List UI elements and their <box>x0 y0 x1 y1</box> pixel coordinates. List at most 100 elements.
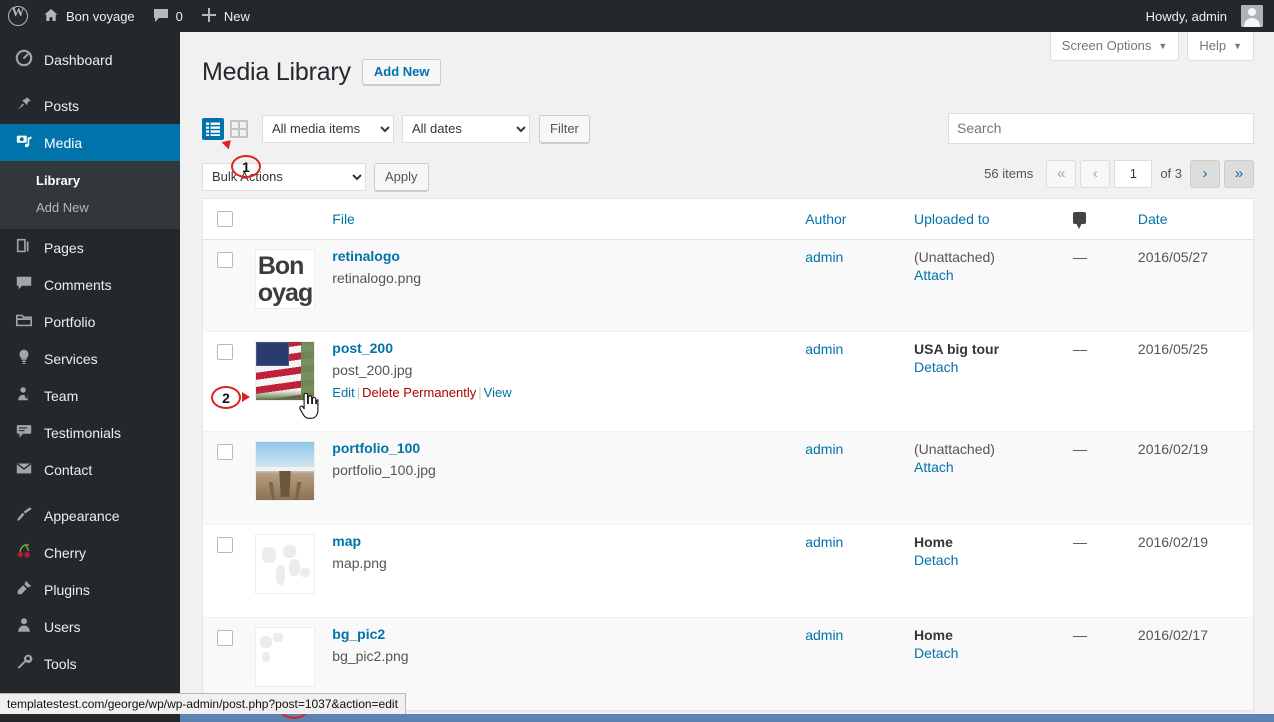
delete-permanently-link[interactable]: Delete Permanently <box>362 385 476 400</box>
apply-button[interactable]: Apply <box>374 162 429 191</box>
sidebar-item-plugins[interactable]: Plugins <box>0 571 180 608</box>
row-checkbox[interactable] <box>217 251 233 268</box>
list-view-icon[interactable] <box>202 117 224 140</box>
sidebar-item-media[interactable]: Media <box>0 124 180 161</box>
row-checkbox[interactable] <box>217 629 233 646</box>
detach-link[interactable]: Detach <box>914 645 1053 661</box>
retinalogo-thumb[interactable]: Bon oyag <box>254 248 315 309</box>
media-title-link[interactable]: retinalogo <box>332 248 785 264</box>
row-checkbox[interactable] <box>217 343 233 360</box>
action-separator: | <box>478 384 482 400</box>
pages-icon <box>13 237 35 259</box>
pagination: 56 items « ‹ of 3 › » <box>984 159 1254 188</box>
prev-page-button[interactable]: ‹ <box>1080 159 1111 188</box>
table-row[interactable]: post_200 post_200.jpg Edit | Delete Perman… <box>202 330 1254 431</box>
column-header-uploaded-to[interactable]: Uploaded to <box>904 198 1064 240</box>
sidebar-item-appearance[interactable]: Appearance <box>0 497 180 534</box>
author-link[interactable]: admin <box>805 249 843 265</box>
parent-post-link[interactable]: USA big tour <box>914 341 1053 357</box>
sidebar-item-add-new-media[interactable]: Add New <box>0 194 180 221</box>
sidebar-item-pages[interactable]: Pages <box>0 229 180 266</box>
comments-count: — <box>1073 440 1088 457</box>
next-page-button[interactable]: › <box>1190 159 1220 188</box>
sidebar-item-users[interactable]: Users <box>0 608 180 645</box>
sidebar-item-label: Appearance <box>44 507 120 524</box>
column-header-file[interactable]: File <box>322 198 796 240</box>
author-link[interactable]: admin <box>805 627 843 643</box>
row-checkbox[interactable] <box>217 443 233 460</box>
scrollbar-thumb[interactable] <box>0 714 1274 722</box>
detach-link[interactable]: Detach <box>914 359 1053 375</box>
parent-post-link[interactable]: Home <box>914 534 1053 550</box>
worldmap-light-thumb[interactable] <box>254 626 315 687</box>
filter-button[interactable]: Filter <box>539 114 590 143</box>
table-row[interactable]: map map.png admin Home Detach — 2016/02/… <box>202 523 1254 617</box>
author-link[interactable]: admin <box>805 534 843 550</box>
last-page-button[interactable]: » <box>1224 159 1254 188</box>
edit-link[interactable]: Edit <box>332 385 354 400</box>
bulk-actions-select[interactable]: Bulk Actions <box>202 162 366 191</box>
sidebar-item-portfolio[interactable]: Portfolio <box>0 303 180 340</box>
help-label: Help <box>1199 38 1227 53</box>
horizontal-scrollbar[interactable] <box>0 714 1274 722</box>
sidebar-item-library[interactable]: Library <box>0 167 180 194</box>
select-all-checkbox[interactable] <box>217 210 233 227</box>
grid-view-icon[interactable] <box>228 118 250 140</box>
row-checkbox[interactable] <box>217 536 233 553</box>
comments-count: — <box>1073 626 1088 643</box>
column-header-author[interactable]: Author <box>795 198 905 240</box>
help-button[interactable]: Help ▼ <box>1187 32 1254 61</box>
attach-link[interactable]: Attach <box>914 459 1053 475</box>
author-link[interactable]: admin <box>805 341 843 357</box>
screen-meta-links: Screen Options ▼ Help ▼ <box>1049 32 1254 61</box>
row-comments-cell: — <box>1063 430 1128 524</box>
media-type-filter[interactable]: All media items <box>262 114 394 143</box>
sidebar-item-services[interactable]: Services <box>0 340 180 377</box>
row-parent-cell: USA big tour Detach <box>904 330 1064 431</box>
annotation-marker-2: 2 <box>211 386 241 409</box>
usa-flag-thumb[interactable] <box>254 340 315 401</box>
row-select-cell <box>202 238 245 331</box>
attach-link[interactable]: Attach <box>914 267 1053 283</box>
author-link[interactable]: admin <box>805 441 843 457</box>
sidebar-item-tools[interactable]: Tools <box>0 645 180 682</box>
my-account-menu[interactable]: Howdy, admin <box>1137 0 1272 32</box>
site-name-label: Bon voyage <box>66 8 135 24</box>
menu-sep-2 <box>0 488 180 497</box>
view-link[interactable]: View <box>484 385 512 400</box>
worldmap-thumb[interactable] <box>254 533 315 594</box>
current-page-input[interactable] <box>1114 159 1153 188</box>
detach-link[interactable]: Detach <box>914 552 1053 568</box>
row-title-cell: retinalogo retinalogo.png <box>322 238 796 331</box>
table-row[interactable]: Bon oyag retinalogo retinalogo.png admin… <box>202 238 1254 331</box>
parent-post-link[interactable]: Home <box>914 627 1053 643</box>
screen-options-button[interactable]: Screen Options ▼ <box>1049 32 1180 61</box>
row-thumbnail-cell <box>244 330 323 431</box>
sidebar-item-comments[interactable]: Comments <box>0 266 180 303</box>
sidebar-item-posts[interactable]: Posts <box>0 87 180 124</box>
new-content-button[interactable]: New <box>192 0 259 32</box>
sidebar-item-team[interactable]: i Team <box>0 377 180 414</box>
column-header-comments[interactable] <box>1063 198 1128 240</box>
sidebar-item-testimonials[interactable]: Testimonials <box>0 414 180 451</box>
thumbnail-image <box>255 534 314 593</box>
site-name-button[interactable]: Bon voyage <box>34 0 144 32</box>
add-new-button[interactable]: Add New <box>361 59 442 86</box>
paintbrush-icon <box>13 505 35 527</box>
row-parent-cell: Home Detach <box>904 523 1064 617</box>
media-title-link[interactable]: map <box>332 533 785 549</box>
first-page-button[interactable]: « <box>1046 159 1077 188</box>
date-filter[interactable]: All dates <box>402 114 530 143</box>
comments-button[interactable]: 0 <box>144 0 192 32</box>
sidebar-item-dashboard[interactable]: Dashboard <box>0 41 180 78</box>
sidebar-item-contact[interactable]: Contact <box>0 451 180 488</box>
table-row[interactable]: portfolio_100 portfolio_100.jpg admin (U… <box>202 430 1254 524</box>
sidebar-item-cherry[interactable]: Cherry <box>0 534 180 571</box>
media-title-link[interactable]: portfolio_100 <box>332 440 785 456</box>
pier-thumb[interactable] <box>254 440 315 501</box>
media-title-link[interactable]: bg_pic2 <box>332 626 785 642</box>
wordpress-logo-button[interactable] <box>0 0 34 32</box>
column-header-date[interactable]: Date <box>1127 198 1254 240</box>
media-title-link[interactable]: post_200 <box>332 340 785 356</box>
search-input[interactable] <box>948 112 1254 144</box>
